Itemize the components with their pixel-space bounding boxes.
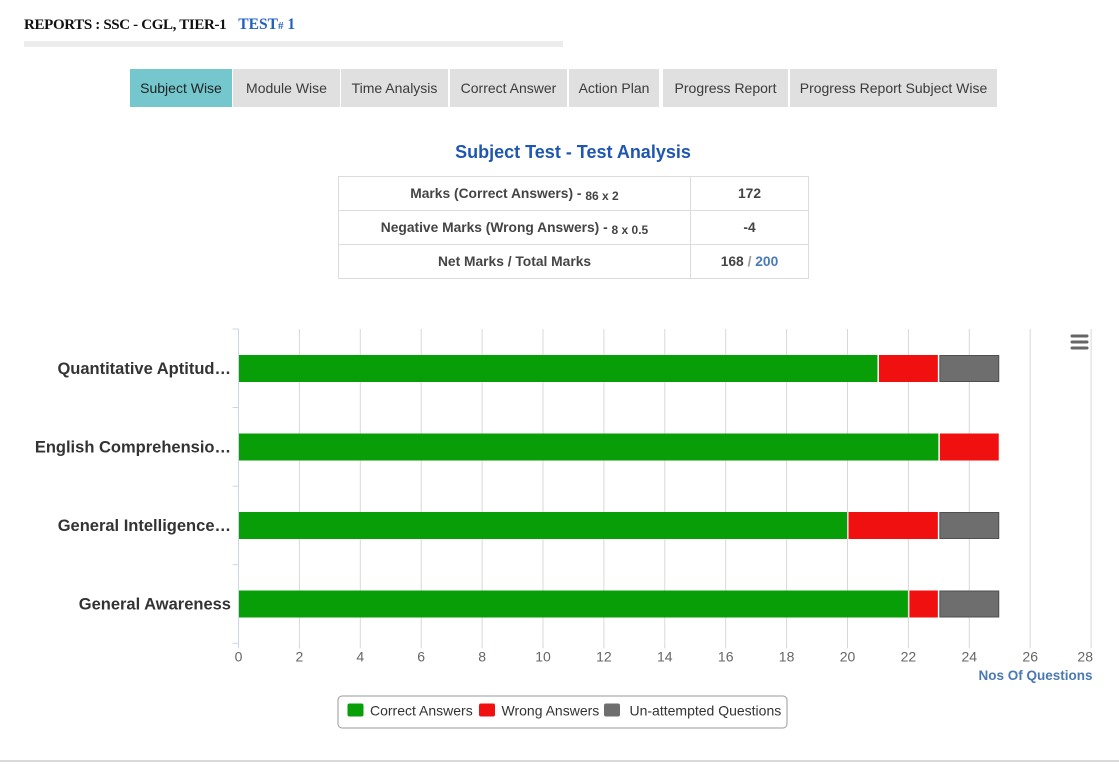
svg-text:General Awareness: General Awareness	[79, 596, 231, 614]
svg-text:Wrong Answers: Wrong Answers	[502, 703, 600, 719]
svg-text:24: 24	[962, 649, 978, 665]
svg-text:18: 18	[779, 649, 795, 665]
svg-text:4: 4	[356, 649, 364, 665]
svg-text:8: 8	[478, 649, 486, 665]
svg-text:14: 14	[657, 649, 673, 665]
svg-text:0: 0	[235, 649, 243, 665]
svg-text:2: 2	[296, 649, 304, 665]
svg-text:Correct Answers: Correct Answers	[370, 703, 473, 719]
svg-text:12: 12	[596, 649, 612, 665]
svg-text:6: 6	[417, 649, 425, 665]
svg-text:16: 16	[718, 649, 734, 665]
svg-text:Quantitative Aptitud…: Quantitative Aptitud…	[57, 360, 231, 378]
svg-text:26: 26	[1022, 649, 1038, 665]
svg-text:10: 10	[535, 649, 551, 665]
svg-text:Un-attempted Questions: Un-attempted Questions	[630, 703, 782, 719]
svg-text:22: 22	[901, 649, 917, 665]
svg-text:28: 28	[1077, 649, 1093, 665]
svg-text:English Comprehensio…: English Comprehensio…	[35, 439, 231, 457]
svg-text:Nos Of Questions: Nos Of Questions	[978, 668, 1092, 683]
svg-text:General Intelligence…: General Intelligence…	[58, 517, 231, 535]
svg-text:20: 20	[840, 649, 856, 665]
